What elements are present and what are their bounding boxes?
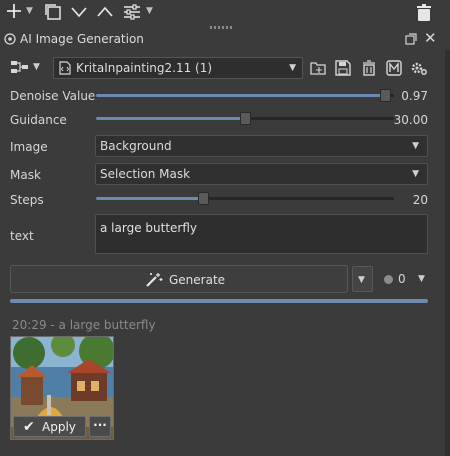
generate-label: Generate bbox=[169, 273, 226, 287]
queue-status-icon bbox=[384, 275, 393, 284]
chevron-up-icon[interactable] bbox=[96, 3, 114, 23]
workflow-name: KritaInpainting2.11 (1) bbox=[76, 61, 213, 75]
generate-button[interactable]: Generate bbox=[10, 265, 348, 293]
denoise-slider[interactable] bbox=[96, 89, 394, 102]
prompt-text: a large butterfly bbox=[100, 221, 198, 235]
chevron-down-icon: ▼ bbox=[412, 141, 419, 151]
ai-panel-icon bbox=[4, 33, 16, 45]
queue-menu-icon[interactable]: ▼ bbox=[418, 274, 425, 284]
image-selected: Background bbox=[100, 139, 172, 153]
apply-button[interactable]: ✔ Apply bbox=[13, 416, 86, 437]
slider-handle[interactable] bbox=[380, 89, 392, 102]
workflow-editor-icon[interactable] bbox=[386, 60, 402, 76]
text-label: text bbox=[10, 229, 34, 243]
mask-label: Mask bbox=[10, 168, 41, 182]
steps-value[interactable]: 20 bbox=[413, 193, 428, 207]
mask-select[interactable]: Selection Mask ▼ bbox=[95, 163, 428, 185]
workflow-graph-icon[interactable] bbox=[10, 59, 30, 75]
magic-wand-icon bbox=[145, 272, 163, 288]
gear-icon[interactable] bbox=[410, 60, 427, 76]
close-icon[interactable]: ✕ bbox=[424, 29, 437, 47]
vertical-scrollbar[interactable] bbox=[445, 50, 450, 456]
delete-icon[interactable] bbox=[361, 60, 377, 76]
generate-options-button[interactable]: ▼ bbox=[352, 266, 373, 292]
checkmark-icon: ✔ bbox=[23, 419, 35, 435]
guidance-label: Guidance bbox=[10, 113, 67, 127]
chevron-down-icon: ▼ bbox=[358, 275, 365, 285]
workflow-select[interactable]: KritaInpainting2.11 (1) ▼ bbox=[53, 57, 303, 79]
caret-down-icon[interactable]: ▼ bbox=[33, 62, 40, 72]
settings-sliders-icon[interactable] bbox=[122, 3, 142, 23]
panel-titlebar: AI Image Generation ✕ bbox=[0, 28, 450, 50]
document-icon bbox=[59, 61, 71, 75]
chevron-down-icon: ▼ bbox=[289, 63, 296, 73]
slider-handle[interactable] bbox=[240, 112, 251, 125]
float-panel-icon[interactable] bbox=[405, 33, 417, 45]
docker-toolbar: ▼ ▼ bbox=[0, 0, 450, 26]
apply-label: Apply bbox=[42, 420, 76, 434]
chevron-down-icon: ▼ bbox=[412, 169, 419, 179]
progress-bar bbox=[10, 299, 428, 303]
image-label: Image bbox=[10, 140, 48, 154]
caret-down-icon[interactable]: ▼ bbox=[146, 6, 153, 16]
panel-title: AI Image Generation bbox=[20, 32, 144, 46]
chevron-down-icon[interactable] bbox=[70, 3, 88, 23]
guidance-value[interactable]: 30.00 bbox=[394, 113, 428, 127]
open-folder-icon[interactable] bbox=[310, 60, 326, 76]
steps-label: Steps bbox=[10, 193, 44, 207]
prompt-textarea[interactable]: a large butterfly bbox=[95, 214, 428, 254]
copy-icon[interactable] bbox=[44, 3, 62, 23]
add-icon[interactable] bbox=[6, 3, 22, 23]
trash-icon[interactable] bbox=[414, 3, 438, 25]
denoise-value[interactable]: 0.97 bbox=[401, 89, 428, 103]
history-header: 20:29 - a large butterfly bbox=[12, 318, 156, 332]
queue-count: 0 bbox=[398, 272, 406, 286]
image-select[interactable]: Background ▼ bbox=[95, 135, 428, 157]
mask-selected: Selection Mask bbox=[100, 167, 191, 181]
slider-handle[interactable] bbox=[198, 192, 210, 205]
caret-down-icon[interactable]: ▼ bbox=[26, 6, 33, 16]
denoise-label: Denoise Value bbox=[10, 89, 96, 103]
more-options-button[interactable]: ··· bbox=[89, 416, 111, 437]
guidance-slider[interactable] bbox=[96, 112, 394, 125]
save-icon[interactable] bbox=[335, 60, 351, 76]
steps-slider[interactable] bbox=[96, 192, 394, 205]
